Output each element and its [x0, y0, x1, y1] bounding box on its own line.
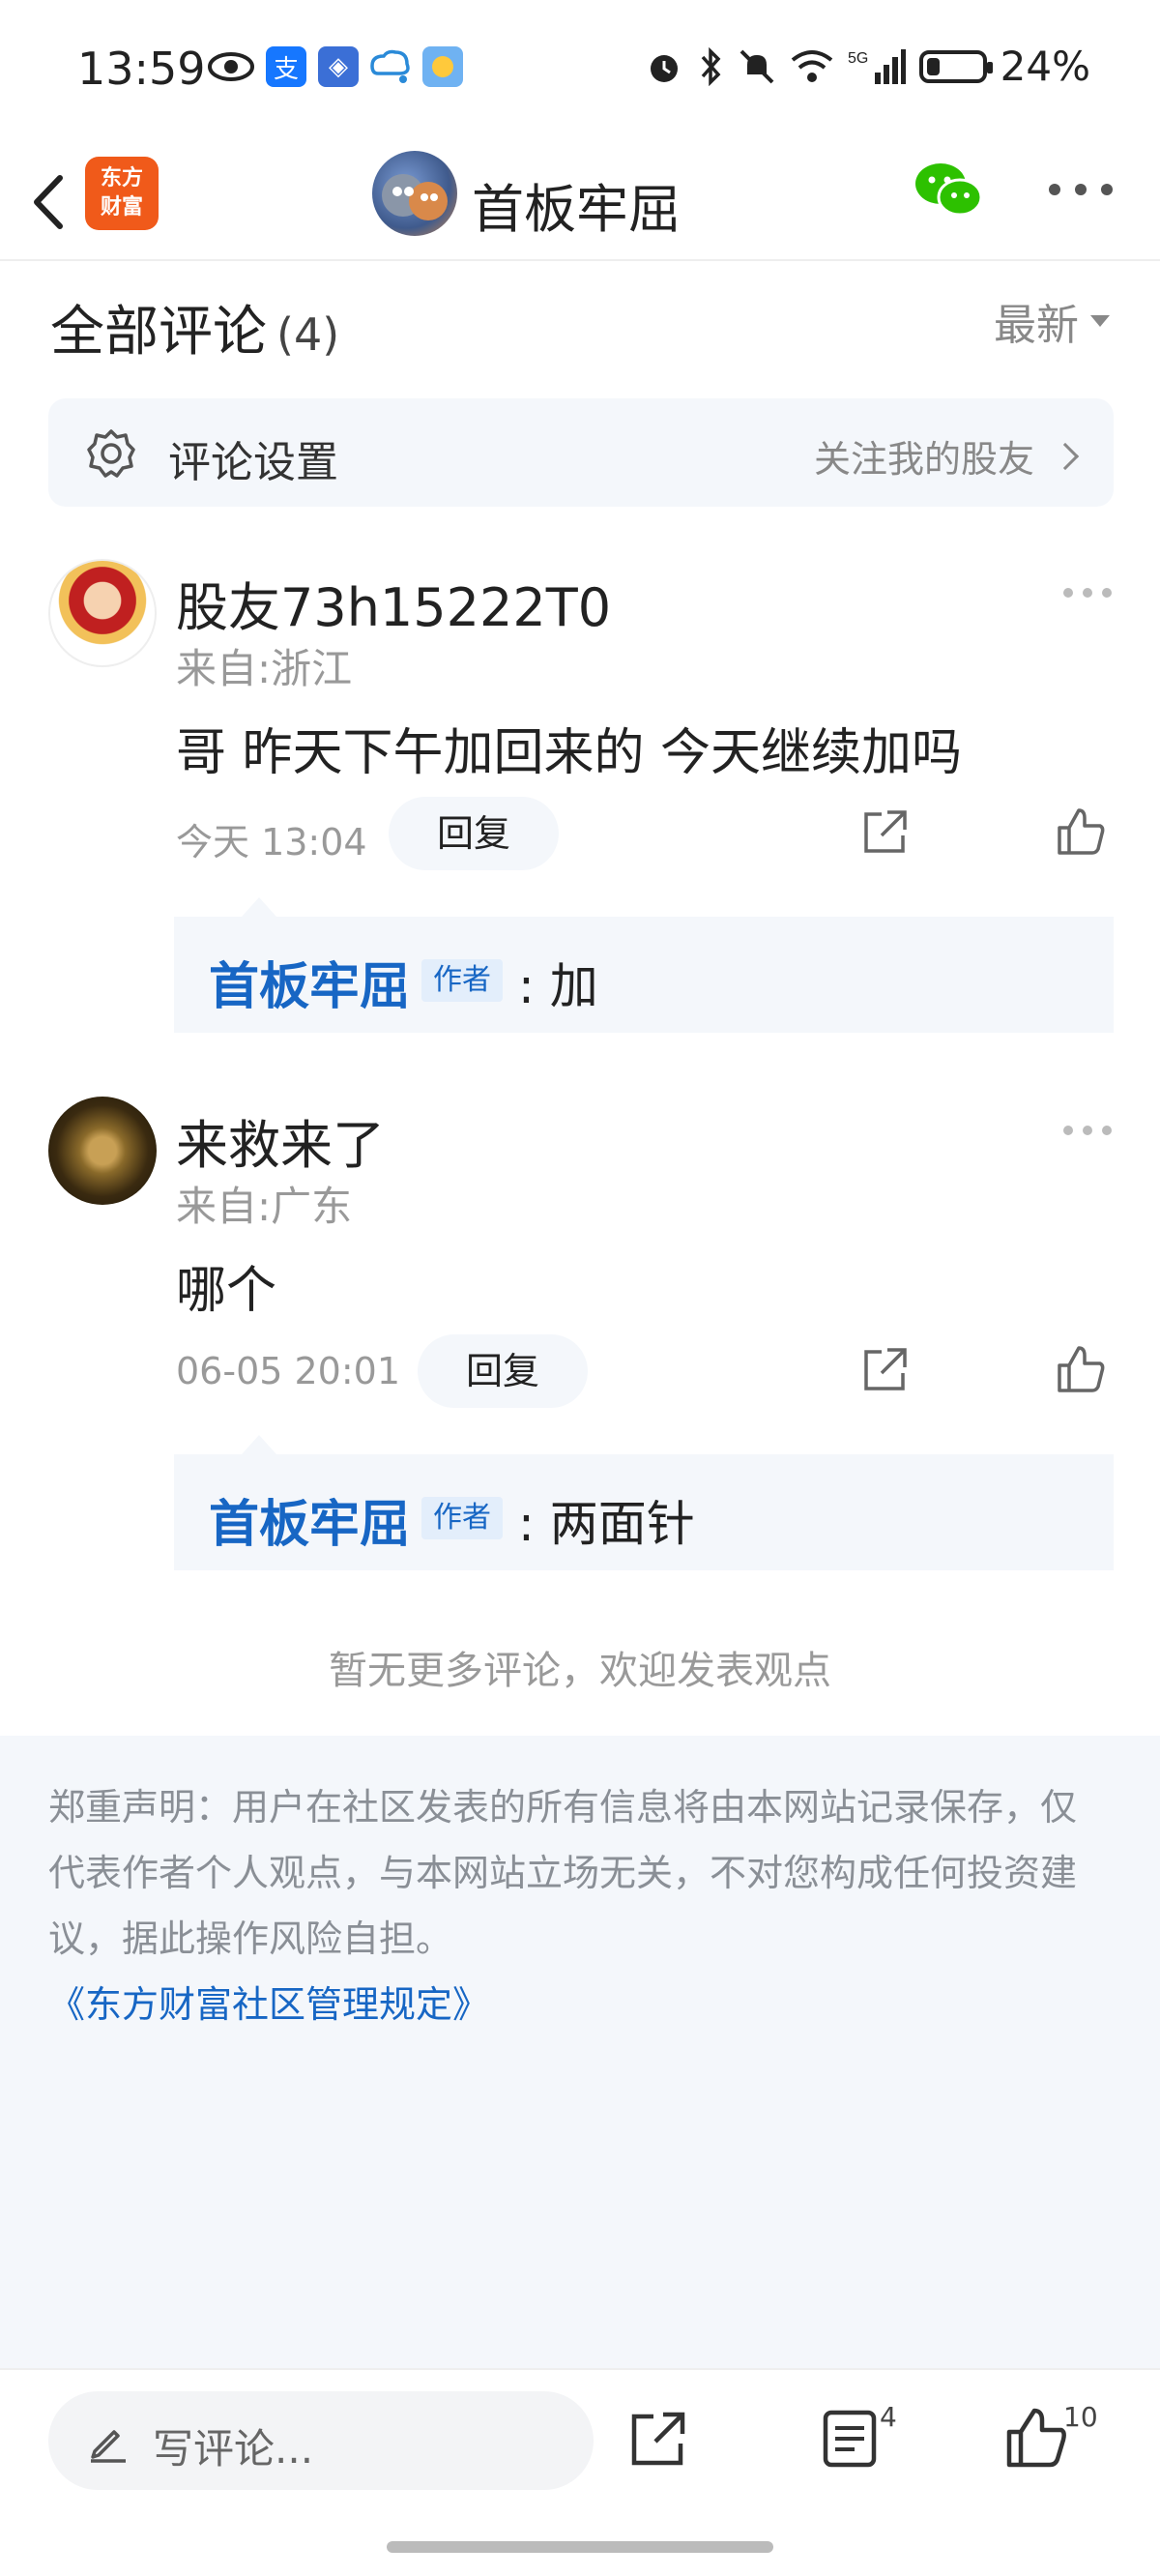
cloud-chat-icon — [370, 49, 410, 83]
disclaimer-line: 郑重声明：用户在社区发表的所有信息将由本网站记录保存，仅 — [48, 1786, 1078, 1829]
author-reply[interactable]: 首板牢屈 作者 : 加 — [174, 897, 1114, 1033]
status-time: 13:59 — [77, 43, 206, 95]
eastmoney-logo[interactable]: 东方 财富 — [85, 157, 159, 230]
disclaimer: 郑重声明：用户在社区发表的所有信息将由本网站记录保存，仅 代表作者个人观点，与本… — [0, 1736, 1160, 2368]
comment-username[interactable]: 来救来了 — [176, 1102, 385, 1179]
share-icon[interactable] — [860, 1346, 909, 1394]
comment-text: 哥 昨天下午加回来的 今天继续加吗 — [176, 724, 963, 782]
chevron-right-icon — [1051, 442, 1080, 470]
avatar[interactable] — [48, 559, 157, 667]
disclaimer-line: 议，据此操作风险自担。 — [48, 1917, 453, 1960]
svg-text:5G: 5G — [848, 50, 868, 67]
author-badge: 作者 — [421, 1497, 503, 1539]
bluetooth-icon — [701, 46, 721, 86]
write-comment-placeholder: 写评论... — [153, 2425, 314, 2473]
reply-author-name[interactable]: 首板牢屈 — [209, 946, 410, 1018]
comment-time: 06-05 20:01 — [176, 1350, 401, 1392]
app-shield-icon: ◈ — [318, 46, 359, 87]
caret-down-icon — [1090, 315, 1110, 327]
comment-count-badge: 4 — [880, 2401, 897, 2433]
mute-icon — [740, 49, 774, 83]
wechat-icon[interactable] — [914, 161, 983, 219]
nav-header: 东方 财富 首板牢屈 — [0, 145, 1160, 261]
eye-icon — [208, 52, 254, 81]
comments-title-text: 全部评论 — [50, 301, 267, 364]
status-bar: 13:59 支 ◈ 5G 24% — [0, 0, 1160, 145]
pen-icon — [91, 2430, 126, 2463]
comment-time: 今天 13:04 — [176, 821, 367, 864]
write-comment-input[interactable]: 写评论... — [48, 2391, 594, 2490]
comment-location: 来自:广东 — [176, 1183, 353, 1230]
5g-signal-icon: 5G — [848, 48, 906, 84]
more-options-icon[interactable] — [1049, 184, 1113, 199]
author-reply[interactable]: 首板牢屈 作者 : 两面针 — [174, 1435, 1114, 1570]
reply-text: : 两面针 — [518, 1496, 695, 1552]
wifi-icon — [791, 49, 832, 82]
status-left-icons: 支 ◈ — [208, 46, 463, 87]
logo-line1: 东方 — [100, 166, 143, 190]
author-badge: 作者 — [421, 959, 503, 1002]
home-indicator[interactable] — [387, 2541, 773, 2553]
back-icon[interactable] — [23, 170, 73, 234]
comments-list-icon[interactable] — [822, 2409, 878, 2469]
no-more-comments: 暂无更多评论，欢迎发表观点 — [329, 1649, 831, 1693]
like-icon[interactable] — [1056, 806, 1106, 857]
sort-dropdown[interactable]: 最新 — [994, 290, 1110, 352]
follow-friends-link[interactable]: 关注我的股友 — [813, 429, 1080, 483]
battery-icon — [918, 49, 993, 83]
share-icon[interactable] — [860, 808, 909, 857]
like-icon[interactable] — [1056, 1344, 1106, 1394]
follow-friends-text: 关注我的股友 — [813, 438, 1034, 481]
page-title: 首板牢屈 — [472, 179, 681, 240]
community-rules-link[interactable]: 《东方财富社区管理规定》 — [48, 1972, 1112, 2037]
reply-button[interactable]: 回复 — [418, 1334, 589, 1408]
disclaimer-line: 代表作者个人观点，与本网站立场无关，不对您构成任何投资建 — [48, 1852, 1078, 1894]
author-avatar[interactable] — [372, 151, 457, 236]
comment-text: 哪个 — [176, 1262, 277, 1320]
reply-button[interactable]: 回复 — [389, 797, 560, 870]
comment-settings-bar[interactable]: 评论设置 关注我的股友 — [48, 398, 1114, 507]
avatar[interactable] — [48, 1097, 157, 1205]
comment-more-icon[interactable] — [1063, 1126, 1112, 1137]
weather-icon — [422, 46, 463, 87]
like-count-badge: 10 — [1063, 2401, 1098, 2433]
reply-author-name[interactable]: 首板牢屈 — [209, 1483, 410, 1556]
reply-text: : 加 — [518, 958, 598, 1014]
gear-icon — [87, 429, 135, 478]
settings-label: 评论设置 — [168, 438, 338, 487]
battery-percent: 24% — [1000, 43, 1090, 90]
like-icon[interactable] — [1005, 2407, 1067, 2469]
comments-count: (4) — [276, 308, 340, 361]
share-icon[interactable] — [628, 2409, 688, 2469]
comment-location: 来自:浙江 — [176, 645, 353, 692]
alarm-icon — [650, 54, 678, 82]
status-right: 5G 24% — [645, 43, 1090, 90]
comment-more-icon[interactable] — [1063, 588, 1112, 600]
alipay-icon: 支 — [266, 46, 306, 87]
comment-username[interactable]: 股友73h15222T0 — [176, 565, 611, 641]
logo-line2: 财富 — [100, 195, 143, 220]
comments-title: 全部评论 (4) — [50, 288, 339, 366]
sort-label: 最新 — [994, 301, 1079, 350]
